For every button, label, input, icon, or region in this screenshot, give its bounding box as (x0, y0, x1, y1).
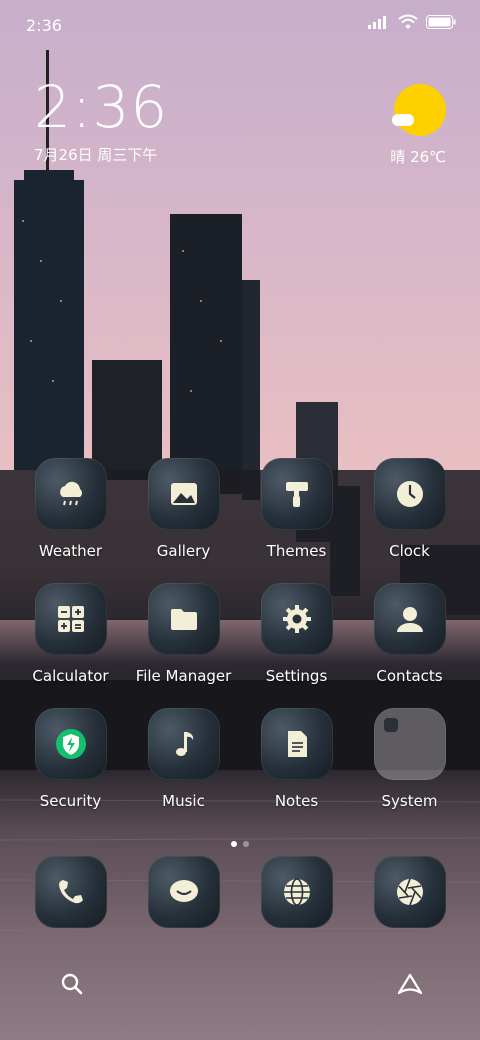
signal-icon (368, 15, 386, 29)
app-label: Music (162, 792, 205, 810)
app-label: Clock (389, 542, 430, 560)
app-label: Gallery (156, 542, 211, 560)
app-themes[interactable]: Themes (240, 458, 353, 560)
assistant-icon[interactable] (396, 972, 424, 996)
status-time: 2:36 (26, 16, 62, 35)
dock-messages[interactable] (127, 856, 240, 928)
app-gallery[interactable]: Gallery (127, 458, 240, 560)
weather-icon (34, 458, 107, 530)
phone-icon (34, 856, 107, 928)
app-notes[interactable]: Notes (240, 708, 353, 810)
app-label: Weather (38, 542, 103, 560)
app-label: Security (39, 792, 102, 810)
app-label: System (381, 792, 438, 810)
app-label: Settings (265, 667, 328, 685)
clock-date: 7月26日 周三下午 (34, 146, 158, 164)
app-label: File Manager (135, 667, 232, 685)
gallery-icon (147, 458, 220, 530)
bottom-bar (0, 960, 480, 1010)
app-label: Themes (266, 542, 327, 560)
notes-icon (260, 708, 333, 780)
status-icons (368, 14, 456, 29)
app-clock[interactable]: Clock (353, 458, 466, 560)
search-icon[interactable] (60, 972, 84, 996)
page-indicator (0, 832, 480, 851)
dock-browser[interactable] (240, 856, 353, 928)
browser-icon (260, 856, 333, 928)
app-security[interactable]: Security (14, 708, 127, 810)
calculator-icon (34, 583, 107, 655)
folder-icon (147, 583, 220, 655)
folder-system-icon (373, 708, 446, 780)
app-calculator[interactable]: Calculator (14, 583, 127, 685)
folder-system[interactable]: System (353, 708, 466, 810)
wifi-icon (398, 14, 418, 29)
page-dot-active (231, 841, 237, 847)
dock-phone[interactable] (14, 856, 127, 928)
weather-widget[interactable]: 晴 26℃ (390, 84, 446, 167)
security-icon (34, 708, 107, 780)
app-weather[interactable]: Weather (14, 458, 127, 560)
app-label: Notes (274, 792, 319, 810)
clock-icon (373, 458, 446, 530)
clock-time: 2:36 (34, 73, 169, 141)
music-icon (147, 708, 220, 780)
battery-icon (426, 14, 456, 29)
sunny-icon (392, 84, 446, 136)
gear-icon (260, 583, 333, 655)
page-dot (243, 841, 249, 847)
app-label: Contacts (376, 667, 443, 685)
camera-icon (373, 856, 446, 928)
app-settings[interactable]: Settings (240, 583, 353, 685)
themes-icon (260, 458, 333, 530)
status-bar: 2:36 (0, 0, 480, 50)
app-file-manager[interactable]: File Manager (127, 583, 240, 685)
contact-icon (373, 583, 446, 655)
clock-widget[interactable]: 2:36 7月26日 周三下午 (34, 78, 168, 165)
weather-text: 晴 26℃ (390, 148, 446, 166)
app-music[interactable]: Music (127, 708, 240, 810)
messages-icon (147, 856, 220, 928)
dock-camera[interactable] (353, 856, 466, 928)
app-label: Calculator (32, 667, 109, 685)
app-contacts[interactable]: Contacts (353, 583, 466, 685)
